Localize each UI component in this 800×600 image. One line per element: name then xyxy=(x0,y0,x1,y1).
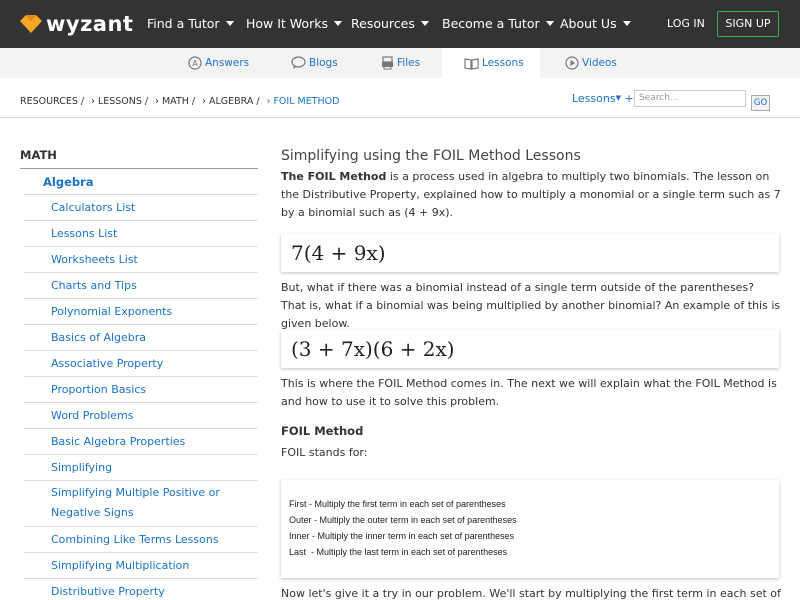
caret-down-icon: ▼ xyxy=(615,94,621,102)
lesson-content: Simplifying using the FOIL Method Lesson… xyxy=(281,148,781,222)
foil-key: Last xyxy=(289,547,307,557)
sidebar-item[interactable]: Worksheets List xyxy=(24,246,258,272)
sidebar-item[interactable]: Word Problems xyxy=(24,402,258,428)
nav-about-us[interactable]: About Us xyxy=(560,16,631,31)
foil-key: Outer xyxy=(289,515,312,525)
logo-chevron-icon xyxy=(20,15,42,33)
breadcrumb-resources[interactable]: RESOURCES / xyxy=(20,96,84,107)
svg-text:A: A xyxy=(192,59,198,68)
tab-label: Blogs xyxy=(309,57,338,69)
caret-down-icon xyxy=(225,21,234,26)
lessons-book-icon xyxy=(464,57,479,70)
top-navigation-bar: wyzant Find a Tutor How It Works Resourc… xyxy=(0,0,800,48)
dropdown-label: Lessons xyxy=(572,92,616,105)
add-plus: + xyxy=(624,92,634,105)
blogs-icon xyxy=(291,56,306,69)
intro-bold-term: The FOIL Method xyxy=(281,170,387,183)
sidebar-item[interactable]: Charts and Tips xyxy=(24,272,258,298)
sidebar-item[interactable]: Combining Like Terms Lessons xyxy=(24,526,258,552)
sidebar-item[interactable]: Simplifying xyxy=(24,454,258,480)
sidebar-item[interactable]: Calculators List xyxy=(24,194,258,220)
math-expression-box: 7(4 + 9x) xyxy=(281,234,779,272)
nav-label: Resources xyxy=(351,16,415,31)
tab-label: Files xyxy=(397,57,421,69)
sidebar-item[interactable]: Proportion Basics xyxy=(24,376,258,402)
math-expression: (3 + 7x)(6 + 2x) xyxy=(291,337,455,361)
foil-text: - Multiply the inner term in each set of… xyxy=(309,531,515,541)
math-expression: 7(4 + 9x) xyxy=(291,241,386,265)
intro-paragraph: The FOIL Method is a process used in alg… xyxy=(281,168,781,222)
sidebar-list: Calculators List Lessons List Worksheets… xyxy=(24,194,258,600)
sidebar-item[interactable]: Lessons List xyxy=(24,220,258,246)
tab-label: Answers xyxy=(205,57,250,69)
foil-text: - Multiply the last term in each set of … xyxy=(306,547,508,557)
tab-files[interactable]: Files xyxy=(381,48,420,78)
breadcrumb-algebra[interactable]: › ALGEBRA / xyxy=(202,96,259,107)
breadcrumb-lessons[interactable]: › LESSONS / xyxy=(91,96,148,107)
caret-down-icon xyxy=(420,21,429,26)
sidebar-item[interactable]: Simplifying Multiplication xyxy=(24,552,258,578)
page-title: Simplifying using the FOIL Method Lesson… xyxy=(281,148,581,164)
files-icon xyxy=(382,56,393,70)
caret-down-icon xyxy=(622,21,631,26)
divider xyxy=(0,117,800,118)
nav-find-a-tutor[interactable]: Find a Tutor xyxy=(147,16,234,31)
search-go-button[interactable]: GO xyxy=(751,95,770,111)
foil-key: First xyxy=(289,499,307,509)
breadcrumb: RESOURCES / › LESSONS / › MATH / › ALGEB… xyxy=(20,96,343,107)
nav-label: About Us xyxy=(560,16,617,31)
tab-lessons[interactable]: Lessons xyxy=(442,48,540,78)
foil-key: Inner xyxy=(289,531,310,541)
sidebar-item[interactable]: Simplifying Multiple Positive or Negativ… xyxy=(24,480,258,526)
sidebar-heading[interactable]: MATH xyxy=(20,148,57,162)
caret-down-icon xyxy=(545,21,554,26)
wyzant-logo[interactable]: wyzant xyxy=(20,11,133,37)
videos-play-icon xyxy=(565,56,579,70)
sidebar-subheading-algebra[interactable]: Algebra xyxy=(43,175,94,189)
foil-line-outer: Outer - Multiply the outer term in each … xyxy=(289,512,771,528)
nav-label: Find a Tutor xyxy=(147,16,220,31)
caret-down-icon xyxy=(333,21,342,26)
tab-videos[interactable]: Videos xyxy=(565,48,617,78)
foil-line-inner: Inner - Multiply the inner term in each … xyxy=(289,528,771,544)
logo-text: wyzant xyxy=(46,12,134,36)
breadcrumb-math[interactable]: › MATH / xyxy=(155,96,195,107)
math-expression-box: (3 + 7x)(6 + 2x) xyxy=(281,330,779,368)
foil-text: - Multiply the outer term in each set of… xyxy=(311,515,517,525)
tab-blogs[interactable]: Blogs xyxy=(291,48,338,78)
sidebar-item[interactable]: Basics of Algebra xyxy=(24,324,258,350)
foil-text: - Multiply the first term in each set of… xyxy=(306,499,506,509)
foil-line-last: Last - Multiply the last term in each se… xyxy=(289,544,771,560)
paragraph-binomial: But, what if there was a binomial instea… xyxy=(281,281,781,330)
search-category-dropdown[interactable]: Lessons▼ + xyxy=(572,92,634,105)
nav-resources[interactable]: Resources xyxy=(351,16,429,31)
search-placeholder: Search... xyxy=(639,93,679,103)
tab-answers[interactable]: A Answers xyxy=(188,48,249,78)
login-link[interactable]: LOG IN xyxy=(667,17,705,30)
paragraph-try-it: Now let's give it a try in our problem. … xyxy=(281,587,781,600)
resource-tabs: A Answers Blogs Files Lessons Videos xyxy=(0,48,800,78)
tab-label: Videos xyxy=(582,57,617,69)
nav-become-a-tutor[interactable]: Become a Tutor xyxy=(442,16,554,31)
search-input[interactable]: Search... xyxy=(634,90,746,107)
foil-definition-box: First - Multiply the first term in each … xyxy=(281,480,779,578)
foil-heading: FOIL Method xyxy=(281,424,364,438)
sidebar-item[interactable]: Distributive Property xyxy=(24,578,258,600)
answers-icon: A xyxy=(188,56,202,70)
tab-label: Lessons xyxy=(482,57,524,69)
nav-label: Become a Tutor xyxy=(442,16,540,31)
nav-how-it-works[interactable]: How It Works xyxy=(246,16,342,31)
paragraph-foil-intro: This is where the FOIL Method comes in. … xyxy=(281,377,777,408)
sidebar-item[interactable]: Basic Algebra Properties xyxy=(24,428,258,454)
sidebar-item[interactable]: Polynomial Exponents xyxy=(24,298,258,324)
sidebar-item[interactable]: Associative Property xyxy=(24,350,258,376)
foil-line-first: First - Multiply the first term in each … xyxy=(289,496,771,512)
breadcrumb-foil-method[interactable]: › FOIL METHOD xyxy=(267,96,340,107)
signup-button[interactable]: SIGN UP xyxy=(717,11,779,37)
nav-label: How It Works xyxy=(246,16,328,31)
divider xyxy=(20,168,258,169)
foil-stands-for: FOIL stands for: xyxy=(281,446,368,459)
